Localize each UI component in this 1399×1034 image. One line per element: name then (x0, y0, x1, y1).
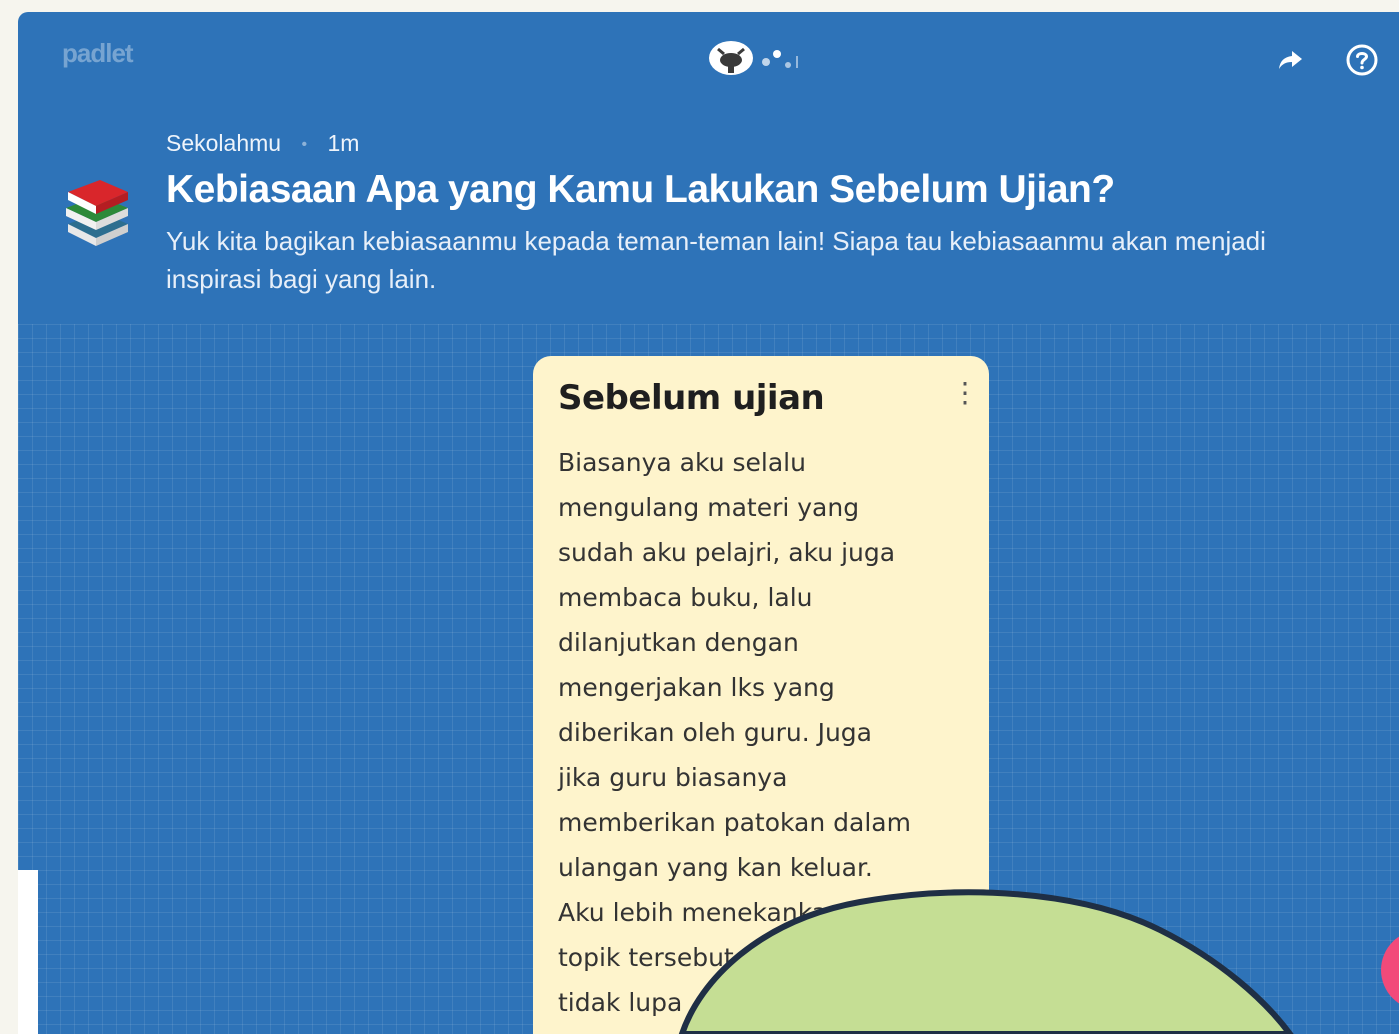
post-body-line: tidak lupa (558, 988, 683, 1017)
more-options-icon[interactable]: ⋮ (951, 376, 979, 410)
page-title: Kebiasaan Apa yang Kamu Lakukan Sebelum … (166, 168, 1115, 211)
books-icon (62, 178, 134, 258)
post-body-line: memberikan patokan dalam (558, 808, 911, 837)
padlet-board: padlet Sekolahmu • 1m Kebiasaan Apa yang… (18, 12, 1399, 1034)
post-body-line: dilanjutkan dengan (558, 628, 799, 657)
post-body-line: mengulang materi yang (558, 493, 860, 522)
post-time: 1m (327, 130, 360, 156)
post-body-line: membaca buku, lalu (558, 583, 813, 612)
post-body-line: jika guru biasanya (558, 763, 788, 792)
collaborators[interactable] (708, 38, 818, 78)
post-body-line: mengerjakan lks yang (558, 673, 835, 702)
share-arrow-icon[interactable] (1276, 46, 1304, 74)
avatar-icon[interactable] (709, 41, 753, 75)
post-body-line: Biasanya aku selalu (558, 448, 806, 477)
post-title: Sebelum ujian (558, 378, 825, 418)
post-body-line: Aku lebih menekankan pada (558, 898, 914, 927)
meta-separator: • (301, 135, 308, 153)
post-body-line: sudah aku pelajri, aku juga (558, 538, 896, 567)
padlet-logo[interactable]: padlet (62, 38, 134, 69)
post-body: Biasanya aku selalu mengulang materi yan… (558, 440, 968, 1025)
post-body-line: ulangan yang kan keluar. (558, 853, 873, 882)
post-meta: Sekolahmu • 1m (166, 130, 359, 157)
post-card[interactable]: Sebelum ujian ⋮ Biasanya aku selalu meng… (533, 356, 989, 1034)
author-name[interactable]: Sekolahmu (166, 130, 281, 156)
post-body-line: topik tersebut. Aku (558, 943, 797, 972)
post-body-line: diberikan oleh guru. Juga (558, 718, 872, 747)
side-strip (18, 870, 38, 1034)
typing-dots-icon (762, 50, 798, 68)
help-circle-icon[interactable] (1344, 42, 1380, 78)
page-subtitle: Yuk kita bagikan kebiasaanmu kepada tema… (166, 226, 1266, 294)
